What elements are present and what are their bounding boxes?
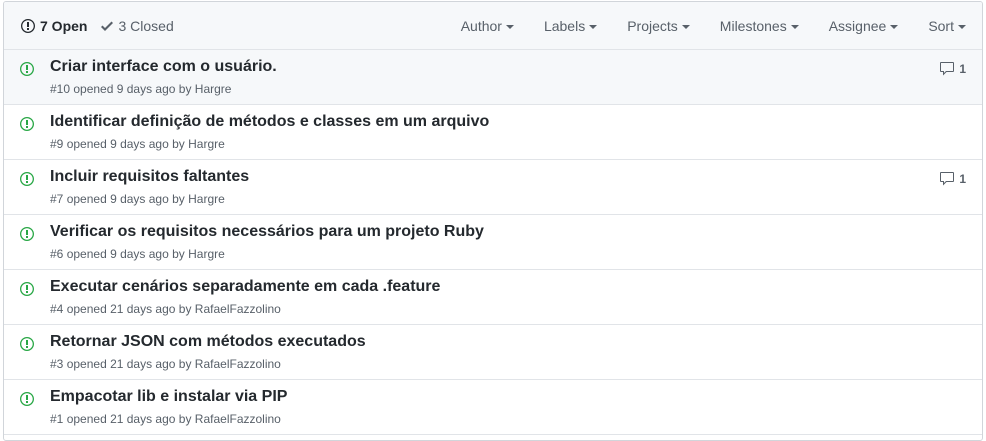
issue-opened-text: opened 9 days ago by [63, 247, 189, 261]
issue-author-link[interactable]: Hargre [188, 192, 225, 206]
check-icon [101, 18, 114, 34]
issue-author-link[interactable]: RafaelFazzolino [195, 357, 281, 371]
issue-row[interactable]: Criar interface com o usuário. #10 opened… [4, 50, 982, 105]
milestones-filter-dropdown[interactable]: Milestones [720, 18, 799, 34]
sort-label: Sort [928, 17, 954, 34]
issue-title-link[interactable]: Retornar JSON com métodos executados [50, 333, 366, 351]
issue-number: #6 [50, 247, 64, 261]
caret-down-icon [890, 24, 899, 29]
issue-meta: #6 opened 9 days ago by Hargre [50, 247, 225, 261]
issue-number: #1 [50, 412, 64, 426]
assignee-filter-label: Assignee [828, 17, 887, 34]
projects-filter-dropdown[interactable]: Projects [627, 18, 690, 34]
issue-author-link[interactable]: Hargre [195, 82, 232, 96]
issue-row[interactable]: Verificar os requisitos necessários para… [4, 215, 982, 270]
issue-author-link[interactable]: RafaelFazzolino [195, 302, 281, 316]
issue-row[interactable]: Identificar definição de métodos e class… [4, 105, 982, 160]
projects-filter-label: Projects [627, 17, 678, 34]
issue-row[interactable]: Incluir requisitos faltantes #7 opened 9 … [4, 160, 982, 215]
author-filter-label: Author [460, 17, 502, 34]
issue-row[interactable]: Retornar JSON com métodos executados #3 o… [4, 325, 982, 380]
issue-meta: #10 opened 9 days ago by Hargre [50, 82, 231, 96]
issue-opened-text: opened 21 days ago by [63, 302, 195, 316]
issue-title-link[interactable]: Verificar os requisitos necessários para… [50, 223, 484, 241]
issue-opened-icon [20, 226, 34, 247]
issue-opened-icon [20, 61, 34, 82]
issue-opened-icon [20, 336, 34, 357]
issue-opened-icon [20, 116, 34, 137]
issue-row[interactable]: Executar cenários separadamente em cada … [4, 270, 982, 325]
milestones-filter-label: Milestones [719, 17, 787, 34]
issue-title-link[interactable]: Criar interface com o usuário. [50, 58, 277, 76]
comments-link[interactable]: 1 [939, 61, 966, 77]
assignee-filter-dropdown[interactable]: Assignee [829, 18, 899, 34]
comment-icon [939, 171, 959, 187]
issue-title-link[interactable]: Executar cenários separadamente em cada … [50, 278, 440, 296]
issue-opened-icon [20, 171, 34, 192]
comment-icon [939, 61, 959, 77]
issue-opened-icon [20, 391, 34, 412]
issue-meta: #1 opened 21 days ago by RafaelFazzolino [50, 412, 281, 426]
issue-number: #3 [50, 357, 64, 371]
issue-meta: #3 opened 21 days ago by RafaelFazzolino [50, 357, 281, 371]
caret-down-icon [958, 24, 966, 29]
issue-number: #4 [50, 302, 64, 316]
issue-opened-text: opened 9 days ago by [70, 82, 195, 96]
issue-number: #10 [50, 82, 71, 96]
comment-count: 1 [959, 62, 966, 76]
issue-number: #7 [50, 192, 64, 206]
issue-meta: #4 opened 21 days ago by RafaelFazzolino [50, 302, 281, 316]
issue-author-link[interactable]: Hargre [188, 247, 225, 261]
issue-title-link[interactable]: Incluir requisitos faltantes [50, 168, 249, 186]
issue-number: #9 [50, 137, 64, 151]
caret-down-icon [681, 24, 690, 29]
filter-bar: Author Labels Projects Milestones Assign… [461, 18, 966, 34]
issue-opened-text: opened 9 days ago by [63, 192, 189, 206]
caret-down-icon [589, 24, 598, 29]
issue-title-link[interactable]: Empacotar lib e instalar via PIP [50, 388, 287, 406]
issue-row[interactable]: Empacotar lib e instalar via PIP #1 opene… [4, 380, 982, 435]
issues-list-header: 7 Open 3 Closed Author Labels Projects M… [4, 2, 982, 50]
issue-author-link[interactable]: Hargre [188, 137, 225, 151]
issue-title-link[interactable]: Identificar definição de métodos e class… [50, 113, 489, 131]
closed-count-label: 3 Closed [118, 17, 174, 34]
comments-link[interactable]: 1 [939, 171, 966, 187]
open-count-label: 7 Open [40, 17, 88, 34]
issue-opened-text: opened 21 days ago by [63, 412, 195, 426]
author-filter-dropdown[interactable]: Author [461, 18, 514, 34]
issue-opened-icon [21, 18, 35, 34]
comment-count: 1 [959, 172, 966, 186]
labels-filter-dropdown[interactable]: Labels [543, 17, 598, 34]
issue-author-link[interactable]: RafaelFazzolino [195, 412, 281, 426]
issue-meta: #9 opened 9 days ago by Hargre [50, 137, 225, 151]
issue-meta: #7 opened 9 days ago by Hargre [50, 192, 225, 206]
issues-list-box: 7 Open 3 Closed Author Labels Projects M… [3, 1, 983, 441]
caret-down-icon [505, 24, 514, 29]
issue-rows: Criar interface com o usuário. #10 opened… [4, 50, 982, 435]
labels-filter-label: Labels [543, 17, 586, 34]
issue-opened-icon [20, 281, 34, 302]
closed-issues-toggle[interactable]: 3 Closed [101, 17, 174, 34]
sort-dropdown[interactable]: Sort [928, 18, 966, 34]
issue-opened-text: opened 9 days ago by [63, 137, 189, 151]
open-issues-toggle[interactable]: 7 Open [21, 18, 87, 34]
issue-opened-text: opened 21 days ago by [63, 357, 195, 371]
caret-down-icon [790, 24, 799, 29]
